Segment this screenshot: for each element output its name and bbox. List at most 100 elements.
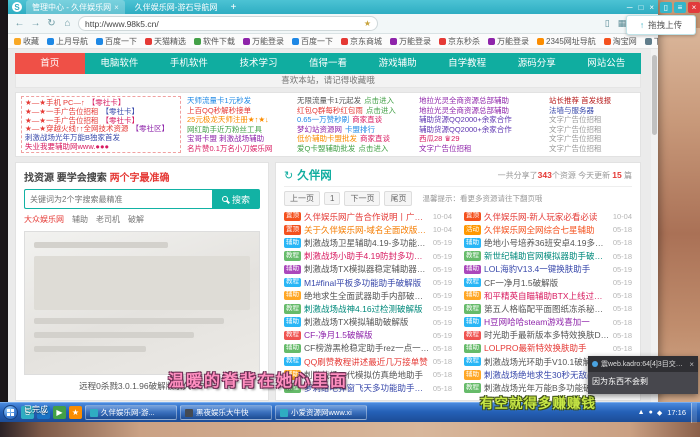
article-row[interactable]: 辅助 绝地小号培养36班安卓4.19多功能教程 05-18 [464,236,632,249]
bookmark-item[interactable]: 天猫精选 [145,36,186,47]
phone-sync-icon[interactable]: ▯ [660,2,672,13]
nav-item[interactable]: 值得一看 [293,53,363,74]
hot-tag[interactable]: 老司机 [96,214,120,225]
tray-icon[interactable]: ◆ [657,409,662,417]
ad-link[interactable]: 低价辅助卡盟批发 商家直谈 [297,134,413,144]
hot-tag[interactable]: 大众娱乐网 [24,214,64,225]
article-row[interactable]: 辅助 LOL海豹V13.4一键换肤助手 05-19 [464,263,632,276]
ad-link[interactable]: 红包Q群每秒红包雨 点击进入 [297,106,413,116]
article-row[interactable]: 教程 M1#final平板多功能助手破解版 05-19 [284,276,452,289]
menu-icon[interactable]: ≡ [674,2,686,13]
nav-item[interactable]: 首页 [15,53,85,74]
quick-launch-icon[interactable]: ★ [69,406,82,419]
article-title[interactable]: 久伴娱乐网全网综合七星辅助 [484,224,610,236]
new-tab-button[interactable]: + [227,2,239,13]
bookmark-item[interactable]: 淘宝网 [604,36,637,47]
article-title[interactable]: 刺激战场TX模拟器稳定辅助器破解版 [304,263,430,275]
article-title[interactable]: 和平精英自瞄辅助BTX上线过检测 [484,290,610,302]
article-row[interactable]: 辅助 绝地求生全面武器助手内部破解版 05-19 [284,289,452,302]
nav-item[interactable]: 源码分享 [502,53,572,74]
apps-grid-icon[interactable]: ▦ [618,18,627,29]
bookmark-item[interactable]: 万能登录 [243,36,284,47]
ad-link[interactable]: ★—★一手广告位招租 【零社卡】 [25,116,177,125]
ad-link[interactable]: 西瓜28 ♛29 [419,134,543,144]
bookmark-item[interactable]: 百度一下 [96,36,137,47]
article-title[interactable]: CF一净月1.5破解版 [484,277,610,289]
drag-upload-popup[interactable]: ↑ 拖拽上传 [626,15,696,35]
start-button[interactable] [3,405,18,420]
bookmark-item[interactable]: 万能登录 [390,36,431,47]
pagination-button[interactable]: 上一页 [284,191,320,206]
browser-tab-active[interactable]: 管理中心 - 久伴娱乐网 × [26,0,125,14]
ad-link[interactable]: 文字广告位招租 [549,134,635,144]
back-icon[interactable]: ← [14,18,25,29]
bookmark-item[interactable]: 京东商城 [341,36,382,47]
ad-link[interactable]: 站长推荐 首发线报 [549,96,635,106]
article-title[interactable]: LOLPRO最新特效换肤助手 [484,342,610,354]
notification-close-icon[interactable]: × [689,360,694,369]
article-title[interactable]: 时光助手最新版本多特效换肤DLL [484,329,610,341]
article-title[interactable]: M1#final平板多功能助手破解版 [304,277,430,289]
bookmark-item[interactable]: 2345网址导航 [537,36,596,47]
nav-item[interactable]: 游戏辅助 [363,53,433,74]
browser-tab[interactable]: 久伴娱乐网-游石导航网 [129,0,224,14]
ad-link[interactable]: 网红助手近万粉丝工具 [187,125,291,135]
forward-icon[interactable]: → [30,18,41,29]
url-field[interactable]: http://www.98k5.cn/ ★ [78,16,378,31]
article-row[interactable]: 教程 CF一净月1.5破解版 05-19 [464,276,632,289]
ad-link[interactable]: 梦幻站资源网 卡盟排行 [297,125,413,135]
article-row[interactable]: 教程 新世纪辅助官网模拟器助手破解版 05-18 [464,250,632,263]
search-input[interactable] [24,189,212,209]
tray-icon[interactable]: ● [649,409,653,417]
bookmark-item[interactable]: 万能登录 [488,36,529,47]
ad-link[interactable]: 0.65一万赞秒刷 商家直谈 [297,115,413,125]
article-title[interactable]: QQ刷赞教程讲述最近几万接单赞 [304,356,430,368]
nav-item[interactable]: 技术学习 [224,53,294,74]
article-row[interactable]: 教程 刺激战场小助手4.19防封多功能版 05-19 [284,250,452,263]
ad-link[interactable]: 地拉光灵全商资源总部辅助 [419,96,543,106]
article-title[interactable]: 刺激战场小助手4.19防封多功能版 [304,250,430,262]
nav-item[interactable]: 手机软件 [154,53,224,74]
bookmark-item[interactable]: 软件下载 [194,36,235,47]
ad-link[interactable]: ★—★手机 PC—↑ 【零社卡】 [25,98,177,107]
article-title[interactable]: 刺激战场战神4.16过检测破解版 [304,303,430,315]
pagination-button[interactable]: 下一页 [344,191,380,206]
ad-link[interactable]: 宝哥卡盟 刺激战场辅助 [187,134,291,144]
article-title[interactable]: 新世纪辅助官网模拟器助手破解版 [484,250,610,262]
article-row[interactable]: 辅助 刺激战场卫星辅助4.19-多功能破解版 05-19 [284,236,452,249]
ad-link[interactable]: 文字广告位招租 [549,115,635,125]
close-icon[interactable]: × [649,3,654,12]
article-title[interactable]: CF榜游黑枪稳定助手rez一点一个小学生 [304,342,430,354]
article-title[interactable]: 刺激战场卫星辅助4.19-多功能破解版 [304,237,430,249]
ad-link[interactable]: 无限流量卡1元起发 点击进入 [297,96,413,106]
bookmark-item[interactable]: 收藏 [14,36,39,47]
ad-link[interactable]: 25元极龙天师注册★↑★↓ [187,115,291,125]
article-title[interactable]: 绝地求生全面武器助手内部破解版 [304,290,430,302]
tab-close-icon[interactable]: × [114,3,119,12]
show-desktop-button[interactable] [691,403,697,423]
article-title[interactable]: 久伴娱乐网广告合作说明丨广告位价格说明 [304,211,430,223]
ad-link[interactable]: 文字广告位招租 [549,125,635,135]
article-row[interactable]: 置顶 关于久伴娱乐网-域名全面改版须知 10-04 [284,223,452,236]
bookmark-item[interactable]: 京东秒杀 [439,36,480,47]
article-row[interactable]: 辅助 LOLPRO最新特效换肤助手 05-18 [464,342,632,355]
nav-item[interactable]: 自学教程 [432,53,502,74]
maximize-icon[interactable]: □ [638,3,643,12]
article-row[interactable]: 置顶 久伴娱乐网-新人玩家必看必读 10-04 [464,210,632,223]
tray-icon[interactable]: ▲ [638,409,645,417]
article-title[interactable]: 刺激战场TX模拟辅助破解版 [304,316,430,328]
promo-image[interactable] [24,231,260,375]
hot-tag[interactable]: 辅助 [72,214,88,225]
article-row[interactable]: 置顶 久伴娱乐网广告合作说明丨广告位价格说明 10-04 [284,210,452,223]
article-row[interactable]: 辅助 刺激战场TX模拟器稳定辅助器破解版 05-19 [284,263,452,276]
notification-popup[interactable]: 震web.kadro:64[4]3目交视频 × 因为东西不会剩 [588,356,698,394]
ad-link[interactable]: 天师流量卡1元秒发 [187,96,291,106]
taskbar-window-button[interactable]: 久伴娱乐网-游... [85,405,177,420]
ad-link[interactable]: 文字广告位招租 [549,144,635,154]
nav-item[interactable]: 电脑软件 [85,53,155,74]
article-row[interactable]: 教程 CF-净月1.5破解版 05-19 [284,329,452,342]
article-title[interactable]: CF-净月1.5破解版 [304,329,430,341]
article-title[interactable]: 关于久伴娱乐网-域名全面改版须知 [304,224,430,236]
taskbar-window-button[interactable]: 小爱资源网www.xi [275,405,367,420]
article-row[interactable]: 辅助 和平精英自瞄辅助BTX上线过检测 05-18 [464,289,632,302]
